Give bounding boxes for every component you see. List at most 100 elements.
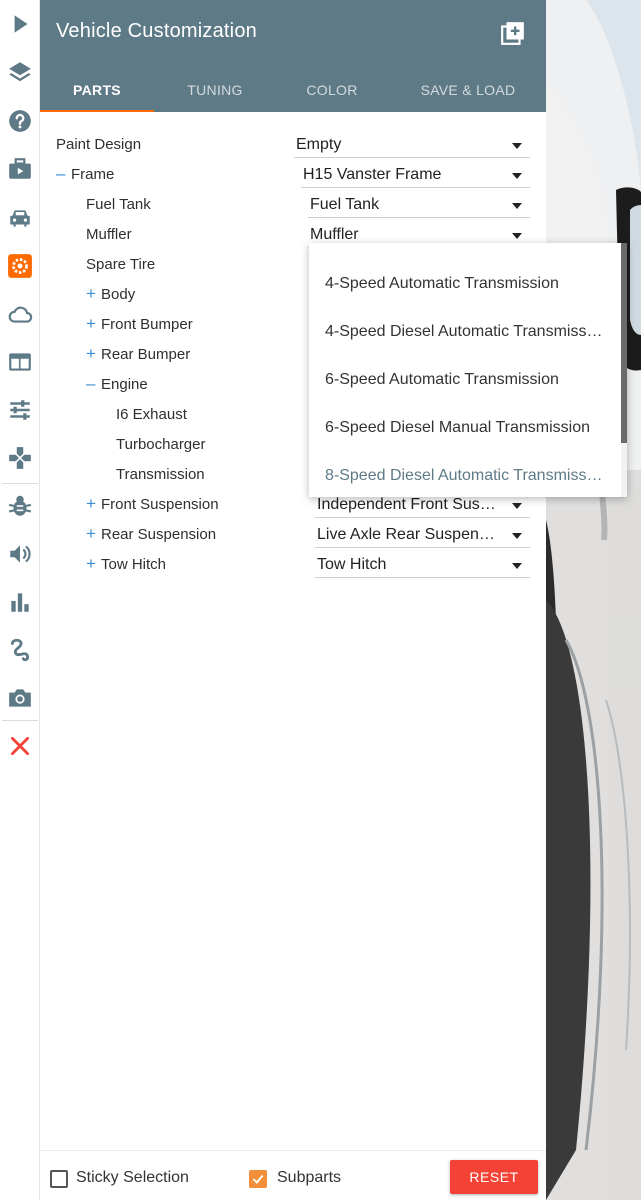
tree-item-label: Front Suspension bbox=[101, 495, 219, 513]
tree-item-label: Rear Bumper bbox=[101, 345, 191, 363]
volume-icon bbox=[10, 545, 31, 563]
3d-viewport[interactable] bbox=[546, 0, 641, 1200]
tree-item-label: Engine bbox=[101, 375, 148, 393]
tree-item-fuel-tank[interactable]: Fuel Tank bbox=[86, 189, 151, 219]
sidebar-cloud-button[interactable] bbox=[0, 290, 40, 338]
tree-item-label: Muffler bbox=[86, 225, 132, 243]
frame-select[interactable]: H15 Vanster Frame bbox=[301, 162, 530, 188]
paint-design-select[interactable]: Empty bbox=[294, 132, 530, 158]
expand-icon[interactable]: + bbox=[86, 314, 101, 334]
fuel-tank-select[interactable]: Fuel Tank bbox=[308, 192, 530, 218]
dropdown-option[interactable]: 4-Speed Diesel Automatic Transmission bbox=[325, 308, 605, 356]
tree-item-spare-tire[interactable]: Spare Tire bbox=[86, 249, 155, 279]
tab-color[interactable]: COLOR bbox=[276, 68, 388, 112]
dropdown-option-highlighted[interactable]: 8-Speed Diesel Automatic Transmission bbox=[325, 452, 605, 497]
tree-item-front-bumper[interactable]: + Front Bumper bbox=[86, 309, 193, 339]
tree-item-label: Rear Suspension bbox=[101, 525, 217, 543]
tree-item-label: Transmission bbox=[116, 465, 205, 483]
expand-icon[interactable]: + bbox=[86, 554, 101, 574]
tab-save-load[interactable]: SAVE & LOAD bbox=[396, 68, 540, 112]
sidebar-options-button[interactable] bbox=[0, 386, 40, 434]
collapse-icon[interactable]: – bbox=[86, 374, 101, 394]
sidebar-play-button[interactable] bbox=[0, 0, 40, 48]
tree-item-transmission[interactable]: Transmission bbox=[116, 459, 205, 489]
select-value: Tow Hitch bbox=[317, 555, 387, 573]
tab-tuning[interactable]: TUNING bbox=[158, 68, 272, 112]
car-icon bbox=[10, 210, 30, 227]
dropdown-option[interactable]: 6-Speed Diesel Manual Transmission bbox=[325, 404, 605, 452]
sidebar-layers-button[interactable] bbox=[0, 48, 40, 96]
sidebar-controls-button[interactable] bbox=[0, 434, 40, 482]
expand-icon[interactable]: + bbox=[86, 494, 101, 514]
dropdown-option[interactable]: 6-Speed Automatic Transmission bbox=[325, 356, 605, 404]
add-config-button[interactable] bbox=[500, 20, 526, 46]
tree-item-label: Body bbox=[101, 285, 136, 303]
library-add-icon bbox=[501, 22, 524, 45]
collapse-icon[interactable]: – bbox=[56, 164, 71, 184]
tree-item-paint-design[interactable]: Paint Design bbox=[56, 129, 141, 159]
subparts-checkbox[interactable] bbox=[249, 1170, 267, 1188]
close-icon bbox=[11, 737, 29, 755]
tree-item-label: Frame bbox=[71, 165, 115, 183]
help-icon bbox=[9, 110, 31, 132]
route-icon bbox=[11, 638, 30, 662]
sidebar-close-button[interactable] bbox=[0, 722, 40, 770]
sidebar-stats-button[interactable] bbox=[0, 578, 40, 626]
sidebar-browser-button[interactable] bbox=[0, 338, 40, 386]
tree-item-tow-hitch[interactable]: + Tow Hitch bbox=[86, 549, 166, 579]
dropdown-option[interactable]: 4-Speed Automatic Transmission bbox=[325, 260, 605, 308]
select-value: Live Axle Rear Suspens… bbox=[317, 525, 503, 543]
sidebar-debug-button[interactable] bbox=[0, 482, 40, 530]
dropdown-arrow-icon bbox=[512, 503, 522, 509]
camera-icon bbox=[9, 689, 31, 707]
select-value: Empty bbox=[296, 135, 342, 153]
sticky-selection-label[interactable]: Sticky Selection bbox=[76, 1169, 189, 1187]
sidebar-help-button[interactable] bbox=[0, 97, 40, 145]
active-tab-indicator bbox=[40, 110, 154, 112]
dropdown-arrow-icon bbox=[512, 533, 522, 539]
select-value: Muffler bbox=[310, 225, 359, 243]
dropdown-arrow-icon bbox=[512, 173, 522, 179]
settings-icon bbox=[8, 254, 32, 278]
tab-parts[interactable]: PARTS bbox=[40, 68, 154, 112]
subparts-label[interactable]: Subparts bbox=[277, 1169, 341, 1187]
expand-icon[interactable]: + bbox=[86, 344, 101, 364]
briefcase-icon bbox=[9, 158, 31, 179]
tree-item-label: Front Bumper bbox=[101, 315, 193, 333]
dropdown-scrollbar[interactable] bbox=[621, 243, 627, 497]
tree-item-rear-bumper[interactable]: + Rear Bumper bbox=[86, 339, 190, 369]
dropdown-arrow-icon bbox=[512, 233, 522, 239]
expand-icon[interactable]: + bbox=[86, 284, 101, 304]
tree-item-muffler[interactable]: Muffler bbox=[86, 219, 132, 249]
sidebar-missions-button[interactable] bbox=[0, 145, 40, 193]
tree-item-front-suspension[interactable]: + Front Suspension bbox=[86, 489, 219, 519]
tree-item-frame[interactable]: – Frame bbox=[56, 159, 114, 189]
rear-suspension-select[interactable]: Live Axle Rear Suspens… bbox=[315, 522, 530, 548]
tree-item-turbocharger[interactable]: Turbocharger bbox=[116, 429, 206, 459]
tree-item-rear-suspension[interactable]: + Rear Suspension bbox=[86, 519, 216, 549]
cloud-icon bbox=[8, 306, 33, 323]
sidebar-audio-button[interactable] bbox=[0, 530, 40, 578]
tree-item-label: Spare Tire bbox=[86, 255, 156, 273]
bar-chart-icon bbox=[11, 593, 29, 612]
sidebar-vehicles-button[interactable] bbox=[0, 194, 40, 242]
sidebar-route-button[interactable] bbox=[0, 626, 40, 674]
tree-item-i6-exhaust[interactable]: I6 Exhaust bbox=[116, 399, 187, 429]
tree-item-engine[interactable]: – Engine bbox=[86, 369, 148, 399]
sticky-selection-checkbox[interactable] bbox=[50, 1170, 68, 1188]
scrollbar-thumb[interactable] bbox=[621, 243, 627, 443]
select-value: Fuel Tank bbox=[310, 195, 380, 213]
tune-icon bbox=[10, 400, 30, 420]
sidebar-customization-button[interactable] bbox=[0, 242, 40, 290]
bug-icon bbox=[8, 495, 32, 516]
tree-item-label: Fuel Tank bbox=[86, 195, 151, 213]
expand-icon[interactable]: + bbox=[86, 524, 101, 544]
reset-button[interactable]: RESET bbox=[450, 1160, 538, 1194]
tow-hitch-select[interactable]: Tow Hitch bbox=[315, 552, 530, 578]
tree-item-body[interactable]: + Body bbox=[86, 279, 135, 309]
tree-item-label: Paint Design bbox=[56, 135, 142, 153]
browser-icon bbox=[9, 353, 31, 371]
sidebar-photo-button[interactable] bbox=[0, 674, 40, 722]
select-value: Independent Front Sus… bbox=[317, 495, 496, 513]
tree-item-label: Turbocharger bbox=[116, 435, 206, 453]
